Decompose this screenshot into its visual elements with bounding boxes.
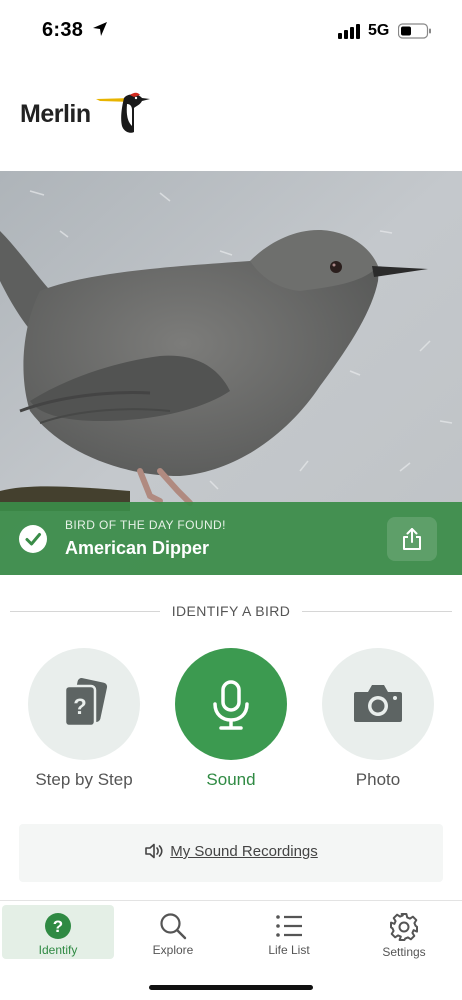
photo-button[interactable] [322, 648, 434, 760]
bird-of-day-name[interactable]: American Dipper [65, 538, 209, 559]
step-by-step-option[interactable]: ? Step by Step [28, 648, 140, 790]
sound-option[interactable]: Sound [175, 648, 287, 790]
tab-settings-label: Settings [382, 945, 426, 959]
sound-label: Sound [206, 770, 256, 789]
step-by-step-label: Step by Step [35, 770, 133, 789]
svg-text:?: ? [53, 917, 63, 936]
divider [10, 611, 160, 612]
tab-life-list-label: Life List [268, 943, 310, 957]
tab-explore[interactable]: Explore [117, 905, 229, 959]
checkmark-icon [19, 525, 47, 553]
home-indicator [149, 985, 313, 990]
camera-icon [354, 685, 402, 722]
location-arrow-icon [93, 22, 107, 36]
sound-button[interactable] [175, 648, 287, 760]
battery-icon [398, 23, 431, 39]
share-icon [403, 528, 421, 550]
divider [302, 611, 452, 612]
photo-option[interactable]: Photo [322, 648, 434, 790]
status-time: 6:38 [42, 19, 84, 41]
search-icon [160, 913, 187, 940]
network-type: 5G [368, 22, 390, 39]
cards-question-icon: ? [63, 678, 108, 728]
list-icon [276, 915, 302, 937]
tab-life-list[interactable]: Life List [233, 905, 345, 959]
photo-label: Photo [355, 770, 401, 789]
sound-recordings-link[interactable]: My Sound Recordings [19, 824, 443, 882]
sound-recordings-label[interactable]: My Sound Recordings [170, 843, 318, 860]
tab-explore-label: Explore [152, 943, 194, 957]
bird-of-day-heading: BIRD OF THE DAY FOUND! [65, 518, 226, 532]
sound-recordings-row[interactable]: My Sound Recordings [19, 843, 443, 860]
microphone-icon [213, 680, 249, 730]
bird-of-day-card[interactable]: BIRD OF THE DAY FOUND! American Dipper [0, 171, 462, 575]
share-button[interactable] [387, 517, 437, 561]
tab-settings[interactable]: Settings [348, 905, 460, 959]
tab-identify-label: Identify [38, 943, 78, 957]
question-circle-icon: ? [45, 913, 71, 939]
logo-text: Merlin [20, 100, 91, 128]
merlin-logo: Merlin [20, 88, 160, 138]
speaker-icon [145, 843, 163, 859]
identify-title: IDENTIFY A BIRD [171, 603, 291, 619]
step-by-step-button[interactable]: ? [28, 648, 140, 760]
identify-section-title: IDENTIFY A BIRD [0, 602, 462, 622]
svg-text:?: ? [73, 694, 86, 719]
signal-icon [338, 24, 360, 39]
gear-icon [390, 913, 418, 941]
woodpecker-logo-icon [96, 92, 150, 133]
bird-of-day-banner[interactable]: BIRD OF THE DAY FOUND! American Dipper [0, 502, 462, 575]
tab-identify[interactable]: ? Identify [2, 905, 114, 959]
status-bar: 6:38 5G [0, 0, 462, 62]
